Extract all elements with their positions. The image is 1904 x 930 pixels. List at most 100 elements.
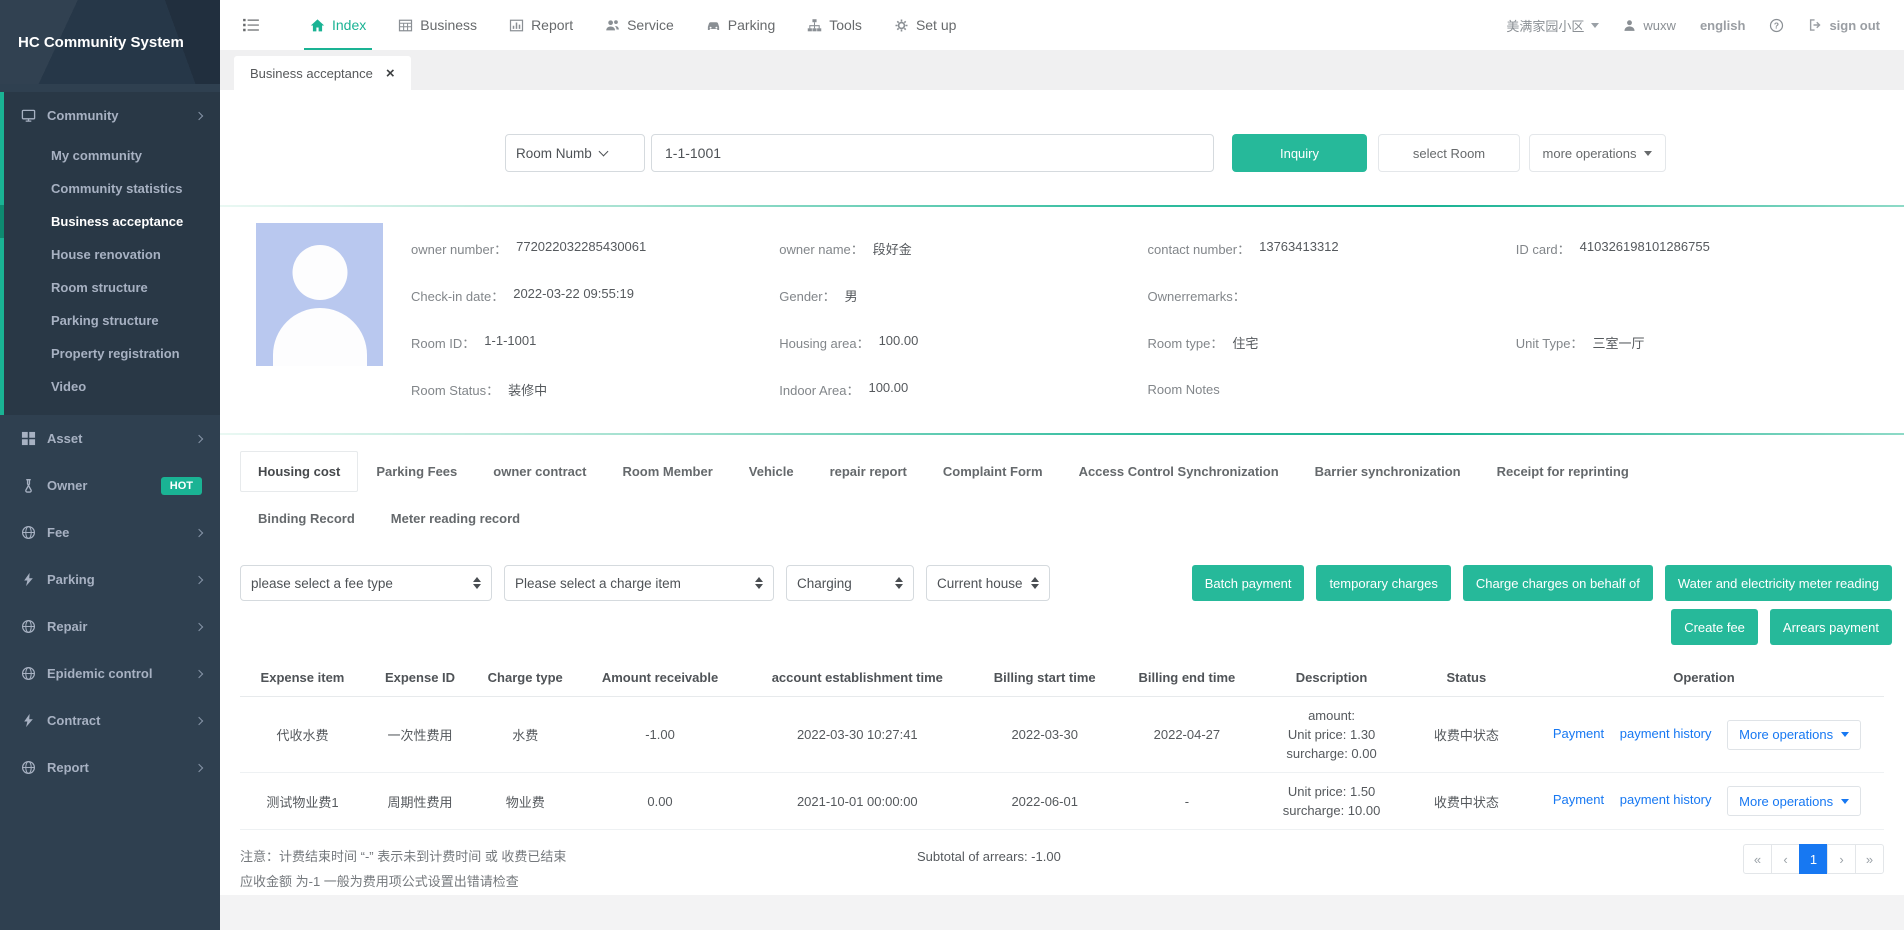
fee-type-select[interactable]: please select a fee type [240,565,492,601]
page-first-button[interactable]: « [1743,844,1772,874]
sidebar-item-video[interactable]: Video [4,370,220,403]
tab-binding-record[interactable]: Binding Record [240,498,373,539]
payment-history-link[interactable]: payment history [1620,792,1712,807]
open-tabs-strip: Business acceptance × [220,50,1904,90]
chevron-right-icon [195,763,203,771]
charge-on-behalf-button[interactable]: Charge charges on behalf of [1463,565,1653,601]
meter-reading-button[interactable]: Water and electricity meter reading [1665,565,1892,601]
nav-item-setup[interactable]: Set up [878,0,972,50]
tab-repair-report[interactable]: repair report [812,451,925,492]
row-more-operations-dropdown[interactable]: More operations [1727,720,1861,750]
col-billing-start: Billing start time [970,659,1120,697]
payment-link[interactable]: Payment [1553,792,1604,807]
payment-history-link[interactable]: payment history [1620,726,1712,741]
sidebar-item-report[interactable]: Report [0,744,220,791]
arrears-payment-button[interactable]: Arrears payment [1770,609,1892,645]
operation-cell: Payment payment history More operations [1524,697,1884,773]
sidebar-item-community-statistics[interactable]: Community statistics [4,172,220,205]
page-1-button[interactable]: 1 [1799,844,1828,874]
sidebar-item-fee[interactable]: Fee [0,509,220,556]
create-fee-button[interactable]: Create fee [1671,609,1758,645]
owner-info-section: owner number：772022032285430061 owner na… [220,207,1904,413]
help-button[interactable] [1769,18,1784,33]
sidebar-item-asset[interactable]: Asset [0,415,220,462]
payment-link[interactable]: Payment [1553,726,1604,741]
table-icon [398,18,413,33]
sidebar-item-house-renovation[interactable]: House renovation [4,238,220,271]
sidebar-item-contract[interactable]: Contract [0,697,220,744]
status-badge: 收费中状态 [1409,773,1524,830]
sidebar-item-my-community[interactable]: My community [4,139,220,172]
user-menu[interactable]: wuxw [1623,18,1676,33]
row-more-operations-dropdown[interactable]: More operations [1727,786,1861,816]
page-prev-button[interactable]: ‹ [1771,844,1800,874]
chevron-down-icon [599,146,609,156]
tab-access-control-sync[interactable]: Access Control Synchronization [1061,451,1297,492]
users-icon [605,18,620,33]
sidebar-item-repair[interactable]: Repair [0,603,220,650]
fee-action-buttons-row2: Create fee Arrears payment [220,601,1904,645]
col-amount-receivable: Amount receivable [575,659,744,697]
charging-status-select[interactable]: Charging [786,565,914,601]
sidebar-item-label: Community [47,108,119,123]
top-navbar: Index Business Report Service Parking To… [220,0,1904,50]
caret-down-icon [1841,732,1849,737]
nav-item-service[interactable]: Service [589,0,690,50]
tab-room-member[interactable]: Room Member [604,451,730,492]
tab-business-acceptance[interactable]: Business acceptance × [234,56,411,90]
nav-item-business[interactable]: Business [382,0,493,50]
sidebar-item-owner[interactable]: Owner HOT [0,462,220,509]
nav-item-tools[interactable]: Tools [791,0,878,50]
tab-parking-fees[interactable]: Parking Fees [358,451,475,492]
sidebar-item-room-structure[interactable]: Room structure [4,271,220,304]
batch-payment-button[interactable]: Batch payment [1192,565,1305,601]
search-category-select[interactable]: Room Number [505,134,645,172]
owner-field: Gender：男 [779,286,1147,305]
detail-tabs-row-1: Housing cost Parking Fees owner contract… [240,451,1884,492]
room-search-input[interactable] [651,134,1214,172]
nav-item-index[interactable]: Index [294,0,382,50]
pagination: « ‹ 1 › » [1743,844,1884,874]
community-selector[interactable]: 美满家园小区 [1506,16,1599,35]
chevron-right-icon [195,528,203,536]
chevron-right-icon [195,575,203,583]
charge-item-select[interactable]: Please select a charge item [504,565,774,601]
tab-housing-cost[interactable]: Housing cost [240,451,358,492]
language-switch[interactable]: english [1700,18,1746,33]
main-area: Index Business Report Service Parking To… [220,0,1904,930]
sidebar-item-parking[interactable]: Parking [0,556,220,603]
close-icon[interactable]: × [386,66,395,81]
tab-complaint-form[interactable]: Complaint Form [925,451,1061,492]
select-room-button[interactable]: select Room [1378,134,1520,172]
signout-button[interactable]: sign out [1808,18,1880,33]
sidebar-item-community[interactable]: Community [4,92,220,139]
col-charge-type: Charge type [475,659,575,697]
page-next-button[interactable]: › [1827,844,1856,874]
menu-toggle-button[interactable] [230,0,272,50]
col-status: Status [1409,659,1524,697]
help-icon [1769,18,1784,33]
owner-field: Room Status：装修中 [411,380,779,399]
chevron-right-icon [195,716,203,724]
sidebar-item-epidemic-control[interactable]: Epidemic control [0,650,220,697]
inquiry-button[interactable]: Inquiry [1232,134,1367,172]
tab-barrier-sync[interactable]: Barrier synchronization [1297,451,1479,492]
nav-item-report[interactable]: Report [493,0,589,50]
owner-field: Room ID：1-1-1001 [411,333,779,352]
sidebar-item-parking-structure[interactable]: Parking structure [4,304,220,337]
nav-item-parking[interactable]: Parking [690,0,791,50]
sidebar-item-property-registration[interactable]: Property registration [4,337,220,370]
page-last-button[interactable]: » [1855,844,1884,874]
menu-icon [242,16,260,34]
tab-receipt-reprinting[interactable]: Receipt for reprinting [1479,451,1647,492]
tab-meter-reading-record[interactable]: Meter reading record [373,498,538,539]
tab-owner-contract[interactable]: owner contract [475,451,604,492]
more-operations-dropdown[interactable]: more operations [1529,134,1666,172]
temporary-charges-button[interactable]: temporary charges [1316,565,1450,601]
col-billing-end: Billing end time [1120,659,1255,697]
tab-vehicle[interactable]: Vehicle [731,451,812,492]
hot-badge: HOT [161,477,202,495]
sidebar-item-business-acceptance[interactable]: Business acceptance [4,205,220,238]
house-scope-select[interactable]: Current house [926,565,1050,601]
owner-field: ID card：410326198101286755 [1516,239,1884,258]
